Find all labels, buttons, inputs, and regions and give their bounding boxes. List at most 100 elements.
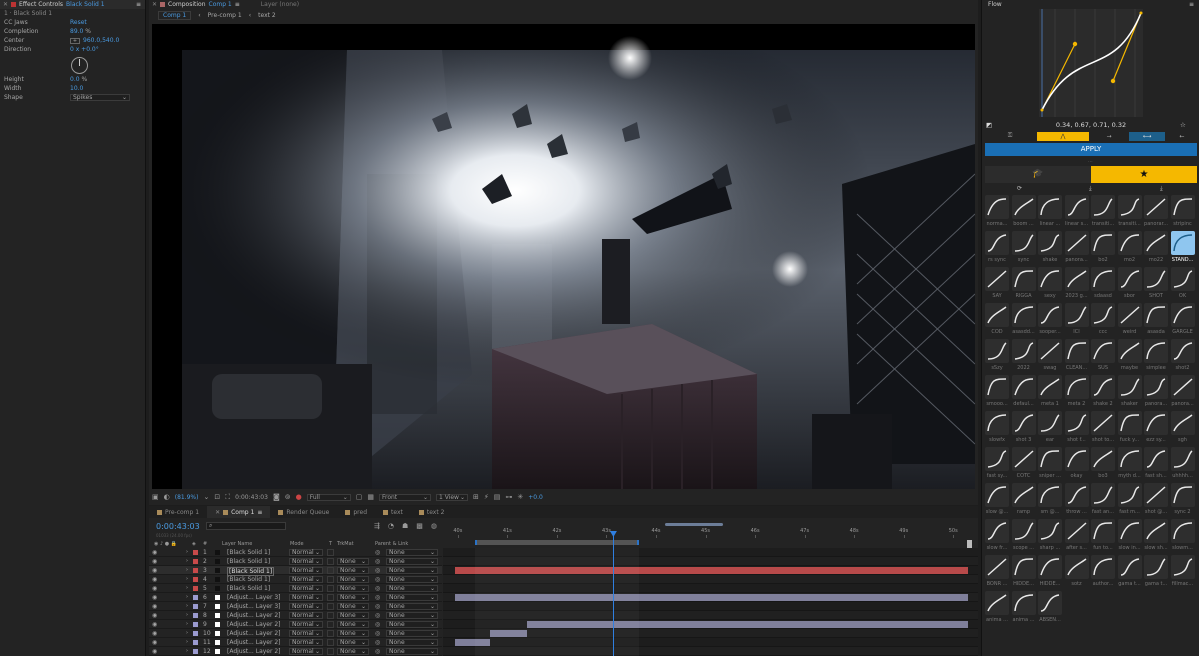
twirl-icon[interactable]: › [186,585,188,591]
preset-tile[interactable] [1144,339,1168,363]
preset-tile[interactable] [985,303,1009,327]
timeline-tab[interactable]: ✕ Comp 1 ≡ [207,506,271,518]
preset-tile[interactable] [1011,231,1036,255]
composition-tab-name[interactable]: Comp 1 [209,1,232,8]
layer-name[interactable]: [Adjust... Layer 2] [227,639,281,646]
preset-tile[interactable] [1091,483,1115,507]
preserve-transparency-toggle[interactable] [327,621,334,628]
preset-tile[interactable] [1011,339,1036,363]
parent-dropdown[interactable]: None ⌄ [386,630,438,637]
effect-controls-tab[interactable]: ✕ Effect Controls Black Solid 1 ≡ [0,0,145,9]
parent-dropdown[interactable]: None ⌄ [386,594,438,601]
eye-icon[interactable]: ◉ [152,639,157,646]
layer-row[interactable]: ◉ › 5 [Black Solid 1] Normal ⌄ None ⌄ ◎ None ⌄ [149,584,442,593]
transparency-grid-icon[interactable]: ▦ [367,493,374,501]
preset-tile[interactable] [985,591,1009,615]
time-graph[interactable]: 40s 41s 42s 43s 44s 45s 46s 47s 48s 49s 50s [443,520,978,656]
twirl-icon[interactable]: › [186,594,188,600]
layer-row[interactable]: ◉ › 7 [Adjust... Layer 3] Normal ⌄ None ⌄ ◎ None ⌄ [149,602,442,611]
trkmat-dropdown[interactable]: None ⌄ [337,576,369,583]
twirl-icon[interactable]: › [186,576,188,582]
layer-row[interactable]: ◉ › 3 [Black Solid 1] Normal ⌄ None ⌄ ◎ None ⌄ [149,566,442,576]
preset-tile[interactable] [985,339,1009,363]
mode-dropdown[interactable]: Normal ⌄ [289,585,323,592]
eye-icon[interactable]: ◉ [152,630,157,637]
eye-icon[interactable]: ◉ [152,549,157,556]
label-color[interactable] [193,550,198,555]
parent-dropdown[interactable]: None ⌄ [386,549,438,556]
preset-tile[interactable] [1091,447,1115,471]
preset-tile[interactable] [1011,303,1036,327]
preset-tile[interactable] [1117,555,1142,579]
mode-dropdown[interactable]: Normal ⌄ [289,594,323,601]
pickwhip-icon[interactable]: ◎ [375,612,380,619]
mode-dropdown[interactable]: Normal ⌄ [289,549,323,556]
preset-tile[interactable] [1170,483,1195,507]
zoom-level[interactable]: (81.9%) [175,494,199,501]
twirl-icon[interactable]: › [186,549,188,555]
comp-flowchart-icon[interactable]: ⇶ [374,522,380,531]
mode-dropdown[interactable]: Normal ⌄ [289,576,323,583]
preset-tile[interactable] [1011,195,1036,219]
trkmat-dropdown[interactable]: None ⌄ [337,648,369,655]
layer-row[interactable]: ◉ › 8 [Adjust... Layer 2] Normal ⌄ None ⌄ ◎ None ⌄ [149,611,442,620]
panel-menu-icon[interactable]: ≡ [235,1,240,8]
preset-tile[interactable] [985,519,1009,543]
label-color[interactable] [193,577,198,582]
parent-dropdown[interactable]: None ⌄ [386,612,438,619]
preset-tile[interactable] [985,447,1009,471]
label-color[interactable] [193,604,198,609]
pickwhip-icon[interactable]: ◎ [375,639,380,646]
preset-tile[interactable] [1091,231,1115,255]
trkmat-dropdown[interactable]: None ⌄ [337,603,369,610]
crosshair-icon[interactable]: + [70,37,80,44]
preset-tile[interactable] [1091,519,1115,543]
twirl-icon[interactable]: › [186,621,188,627]
preset-tile[interactable] [1170,375,1195,399]
layer-row[interactable]: ◉ › 4 [Black Solid 1] Normal ⌄ None ⌄ ◎ None ⌄ [149,575,442,584]
title-safe-icon[interactable]: ⊡ [214,493,220,501]
property-width[interactable]: Width 10.0 [0,84,145,93]
property-value[interactable]: 0 x +0.0° [70,46,99,53]
trkmat-dropdown[interactable]: None ⌄ [337,594,369,601]
property-direction[interactable]: Direction 0 x +0.0° [0,45,145,54]
preset-tile[interactable] [1011,555,1036,579]
pickwhip-icon[interactable]: ◎ [375,621,380,628]
label-color[interactable] [193,649,198,654]
composition-canvas[interactable] [152,24,975,489]
pickwhip-icon[interactable]: ◎ [375,576,380,583]
parent-dropdown[interactable]: None ⌄ [386,567,438,574]
twirl-icon[interactable]: › [186,558,188,564]
label-color[interactable] [193,631,198,636]
preset-tile[interactable] [1064,375,1089,399]
trkmat-dropdown[interactable]: None ⌄ [337,567,369,574]
trkmat-dropdown[interactable]: None ⌄ [337,621,369,628]
close-icon[interactable]: ✕ [3,1,8,8]
pickwhip-icon[interactable]: ◎ [375,594,380,601]
eye-icon[interactable]: ◉ [152,585,157,592]
time-navigator[interactable] [665,523,723,526]
export-icon[interactable]: ⤓ [1160,185,1163,193]
preset-tile[interactable] [1091,195,1115,219]
trkmat-dropdown[interactable]: None ⌄ [337,612,369,619]
layer-row[interactable]: ◉ › 2 [Black Solid 1] Normal ⌄ None ⌄ ◎ None ⌄ [149,557,442,566]
preset-tile[interactable] [1011,411,1036,435]
preset-tile[interactable] [1038,303,1062,327]
preset-tile[interactable] [1170,231,1195,255]
preset-tile[interactable] [1170,555,1195,579]
preset-tile[interactable] [1170,267,1195,291]
parent-dropdown[interactable]: None ⌄ [386,558,438,565]
refresh-icon[interactable]: ⟳ [1017,185,1022,192]
favorites-star-icon[interactable]: ★ [1091,166,1197,183]
panel-menu-icon[interactable]: ≡ [136,1,141,8]
mode-dropdown[interactable]: Normal ⌄ [289,621,323,628]
preset-tile[interactable] [985,195,1009,219]
preset-tile[interactable] [1144,195,1168,219]
curve-values[interactable]: 0.34, 0.67, 0.71, 0.32 [982,121,1199,129]
motion-blur-icon[interactable]: ◍ [431,522,437,531]
parent-dropdown[interactable]: None ⌄ [386,576,438,583]
preserve-transparency-toggle[interactable] [327,612,334,619]
preset-tile[interactable] [1170,339,1195,363]
pickwhip-icon[interactable]: ◎ [375,648,380,655]
effect-header[interactable]: CC Jaws Reset [0,18,145,27]
